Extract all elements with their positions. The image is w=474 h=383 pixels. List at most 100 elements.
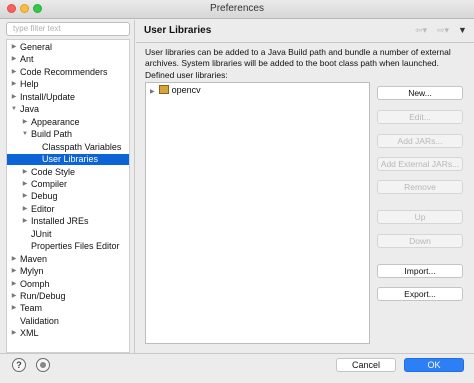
tree-item-label: Ant [20, 54, 34, 65]
expand-arrow-icon[interactable]: ▶ [21, 216, 29, 227]
expand-arrow-icon[interactable]: ▶ [10, 266, 18, 277]
expand-arrow-icon[interactable]: ▶ [10, 92, 18, 103]
expand-arrow-icon[interactable]: ▶ [10, 254, 18, 265]
expand-arrow-icon[interactable]: ▶ [10, 291, 18, 302]
defined-libraries-label: Defined user libraries: [145, 70, 228, 80]
tree-item-label: Installed JREs [31, 216, 89, 227]
forward-arrow-icon[interactable]: ⇨▾ [437, 25, 449, 36]
tree-item-team[interactable]: ▶ Team [7, 303, 129, 314]
tree-item-java[interactable]: ▼ Java [7, 104, 129, 115]
tree-item-label: Validation [20, 315, 59, 326]
tree-item-installed-jres[interactable]: ▶ Installed JREs [7, 216, 129, 227]
tree-item-properties-files-editor[interactable]: Properties Files Editor [7, 241, 129, 252]
user-libraries-list[interactable]: ▶ opencv [145, 82, 370, 344]
tree-item-validation[interactable]: Validation [7, 316, 129, 327]
tree-item-label: Code Recommenders [20, 66, 108, 77]
tree-item-label: Appearance [31, 116, 80, 127]
tree-item-label: Properties Files Editor [31, 241, 120, 252]
page-header: User Libraries ⇦▾ ⇨▾ ▼ [136, 20, 474, 42]
tree-item-ant[interactable]: ▶ Ant [7, 54, 129, 65]
page-description: User libraries can be added to a Java Bu… [145, 47, 451, 68]
help-icon[interactable]: ? [12, 358, 26, 372]
tree-item-appearance[interactable]: ▶ Appearance [7, 117, 129, 128]
tree-item-label: Mylyn [20, 266, 44, 277]
expand-arrow-icon[interactable]: ▶ [150, 89, 155, 95]
tree-item-compiler[interactable]: ▶ Compiler [7, 179, 129, 190]
cancel-button[interactable]: Cancel [336, 358, 396, 372]
import-export-icon[interactable] [36, 358, 50, 372]
header-divider [136, 42, 474, 43]
tree-item-label: User Libraries [42, 154, 99, 165]
expand-arrow-icon[interactable]: ▶ [10, 279, 18, 290]
expand-arrow-icon[interactable]: ▶ [21, 204, 29, 215]
tree-item-general[interactable]: ▶ General [7, 42, 129, 53]
library-name: opencv [171, 85, 201, 95]
add-jars-button[interactable]: Add JARs... [377, 134, 463, 148]
import-export-dot [40, 362, 46, 368]
edit-button[interactable]: Edit... [377, 110, 463, 124]
new-button[interactable]: New... [377, 86, 463, 100]
preferences-tree[interactable]: ▶ General ▶ Ant ▶ Code Recommenders ▶ Help ▶ Inst… [6, 39, 130, 353]
view-menu-icon[interactable]: ▼ [458, 25, 467, 35]
tree-item-label: General [20, 42, 53, 52]
collapse-arrow-icon[interactable]: ▼ [21, 129, 29, 140]
title-bar: Preferences [0, 0, 474, 19]
collapse-arrow-icon[interactable]: ▼ [10, 104, 18, 115]
library-icon [158, 85, 169, 94]
tree-item-label: Java [20, 104, 40, 115]
tree-item-label: Editor [31, 203, 55, 214]
tree-item-label: Oomph [20, 278, 50, 289]
tree-item-label: Maven [20, 253, 48, 264]
tree-item-editor[interactable]: ▶ Editor [7, 204, 129, 215]
footer-divider [0, 353, 474, 354]
export-button[interactable]: Export... [377, 287, 463, 301]
tree-item-label: Build Path [31, 129, 73, 140]
expand-arrow-icon[interactable]: ▶ [10, 54, 18, 65]
ok-button[interactable]: OK [404, 358, 464, 372]
tree-item-label: Debug [31, 191, 58, 202]
tree-item-classpath-variables[interactable]: Classpath Variables [7, 142, 129, 153]
add-external-jars-button[interactable]: Add External JARs... [377, 157, 463, 171]
expand-arrow-icon[interactable]: ▶ [10, 67, 18, 78]
filter-input[interactable]: type filter text [6, 22, 130, 36]
tree-item-debug[interactable]: ▶ Debug [7, 191, 129, 202]
tree-item-maven[interactable]: ▶ Maven [7, 254, 129, 265]
tree-item-install-update[interactable]: ▶ Install/Update [7, 92, 129, 103]
pane-splitter[interactable] [134, 20, 135, 353]
tree-item-label: Classpath Variables [42, 141, 122, 152]
tree-item-run-debug[interactable]: ▶ Run/Debug [7, 291, 129, 302]
expand-arrow-icon[interactable]: ▶ [21, 191, 29, 202]
tree-item-user-libraries[interactable]: User Libraries [7, 154, 129, 166]
tree-item-label: Run/Debug [20, 291, 66, 301]
down-button[interactable]: Down [377, 234, 463, 248]
tree-item-label: Help [20, 79, 39, 90]
expand-arrow-icon[interactable]: ▶ [21, 117, 29, 128]
tree-item-label: Code Style [31, 166, 76, 177]
tree-item-xml[interactable]: ▶ XML [7, 328, 129, 339]
library-item-opencv[interactable]: ▶ opencv [150, 85, 201, 96]
tree-item-label: Compiler [31, 178, 68, 189]
tree-item-code-recommenders[interactable]: ▶ Code Recommenders [7, 67, 129, 78]
tree-item-mylyn[interactable]: ▶ Mylyn [7, 266, 129, 277]
tree-item-label: Team [20, 303, 43, 314]
tree-item-label: XML [20, 328, 39, 339]
import-button[interactable]: Import... [377, 264, 463, 278]
tree-item-label: JUnit [31, 228, 52, 239]
page-title: User Libraries [144, 25, 212, 36]
expand-arrow-icon[interactable]: ▶ [21, 167, 29, 178]
remove-button[interactable]: Remove [377, 180, 463, 194]
window-title: Preferences [210, 3, 264, 14]
expand-arrow-icon[interactable]: ▶ [21, 179, 29, 190]
expand-arrow-icon[interactable]: ▶ [10, 328, 18, 339]
tree-item-build-path[interactable]: ▼ Build Path [7, 129, 129, 140]
up-button[interactable]: Up [377, 210, 463, 224]
back-arrow-icon[interactable]: ⇦▾ [415, 25, 427, 36]
expand-arrow-icon[interactable]: ▶ [10, 79, 18, 90]
expand-arrow-icon[interactable]: ▶ [10, 42, 18, 53]
tree-item-label: Install/Update [20, 91, 76, 102]
tree-item-help[interactable]: ▶ Help [7, 79, 129, 90]
tree-item-code-style[interactable]: ▶ Code Style [7, 167, 129, 178]
expand-arrow-icon[interactable]: ▶ [10, 303, 18, 314]
tree-item-oomph[interactable]: ▶ Oomph [7, 279, 129, 290]
tree-item-junit[interactable]: JUnit [7, 229, 129, 240]
